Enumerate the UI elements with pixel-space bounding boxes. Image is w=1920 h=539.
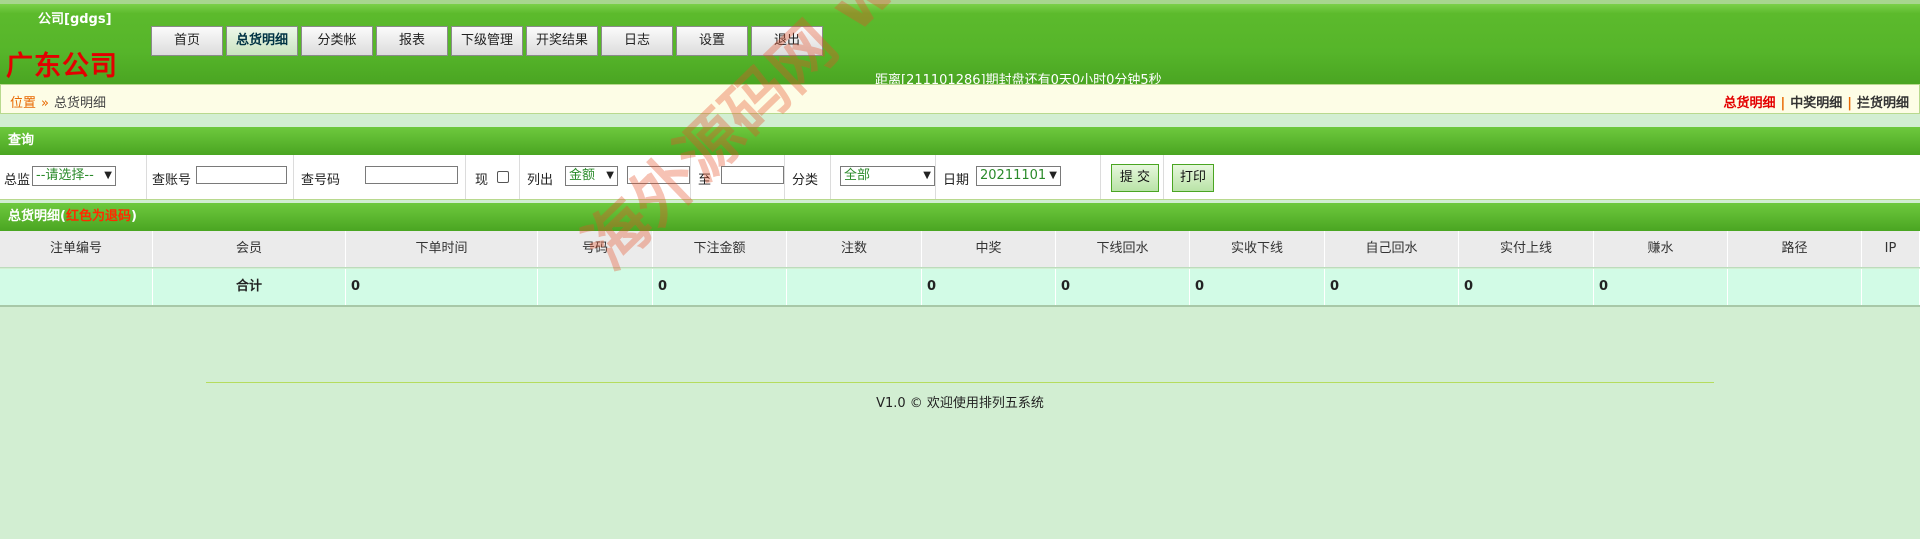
nav-home[interactable]: 首页: [151, 26, 223, 56]
total-cell: 0: [1459, 269, 1594, 305]
col-path: 路径: [1728, 231, 1862, 267]
amount-select[interactable]: 金额 ▼: [565, 166, 618, 186]
category-label: 分类: [792, 173, 819, 188]
date-label: 日期: [943, 173, 970, 188]
nav-log[interactable]: 日志: [601, 26, 673, 56]
total-label: 合计: [153, 269, 346, 305]
breadcrumb: 位置 » 总货明细 总货明细 | 中奖明细 | 拦货明细: [0, 84, 1920, 114]
company-label: 公司[gdgs]: [38, 12, 112, 27]
total-cell: 0: [1056, 269, 1190, 305]
total-cell: 0: [1325, 269, 1459, 305]
query-form: 总监 --请选择-- ▼ 查账号 查号码 现 列出 金额 ▼ 至 分类 全部 ▼ 日期…: [0, 155, 1920, 200]
divider: [690, 155, 691, 199]
list-title: 总货明细(红色为退码): [0, 203, 1920, 231]
nav-total-detail[interactable]: 总货明细: [226, 26, 298, 56]
top-header: 公司[gdgs] 广东公司 首页 总货明细 分类帐 报表 下级管理 开奖结果 日…: [0, 0, 1920, 88]
divider: [293, 155, 294, 199]
total-cell: 0: [653, 269, 787, 305]
link-total-detail[interactable]: 总货明细: [1723, 96, 1775, 111]
total-cell: [787, 269, 922, 305]
footer-divider: [206, 382, 1714, 383]
main-nav: 首页 总货明细 分类帐 报表 下级管理 开奖结果 日志 设置 退出: [151, 26, 826, 56]
divider: [1100, 155, 1101, 199]
account-label: 查账号: [152, 173, 192, 188]
now-checkbox[interactable]: [497, 171, 509, 183]
amount-select-value: 金额: [569, 168, 596, 183]
col-number: 号码: [538, 231, 653, 267]
range-from-input[interactable]: [627, 166, 690, 184]
link-divider: |: [1847, 96, 1852, 111]
col-received-sub: 实收下线: [1190, 231, 1325, 267]
col-paid-upper: 实付上线: [1459, 231, 1594, 267]
category-select[interactable]: 全部 ▼: [840, 166, 935, 186]
company-name: 广东公司: [6, 51, 118, 82]
link-win-detail[interactable]: 中奖明细: [1790, 96, 1842, 111]
range-to-input[interactable]: [721, 166, 784, 184]
total-cell: [1862, 269, 1920, 305]
category-select-value: 全部: [844, 168, 871, 183]
col-win: 中奖: [922, 231, 1056, 267]
account-input[interactable]: [196, 166, 287, 184]
general-label: 总监: [4, 173, 31, 188]
chevron-down-icon: ▼: [104, 170, 112, 181]
col-ip: IP: [1862, 231, 1920, 267]
chevron-down-icon: ▼: [606, 170, 614, 181]
list-label: 列出: [527, 173, 554, 188]
col-own-rebate: 自己回水: [1325, 231, 1459, 267]
breadcrumb-separator: »: [41, 96, 49, 111]
breadcrumb-current: 总货明细: [53, 96, 106, 111]
col-member: 会员: [153, 231, 346, 267]
link-divider: |: [1780, 96, 1786, 111]
chevron-down-icon: ▼: [923, 170, 931, 181]
chevron-down-icon: ▼: [1049, 170, 1057, 181]
link-block-detail[interactable]: 拦货明细: [1857, 96, 1909, 111]
col-earned-rebate: 赚水: [1594, 231, 1728, 267]
breadcrumb-position: 位置: [10, 96, 37, 111]
total-cell: 0: [922, 269, 1056, 305]
table-total-row: 合计 0 0 0 0 0 0 0 0: [0, 269, 1920, 307]
general-select-value: --请选择--: [36, 168, 94, 183]
general-select[interactable]: --请选择-- ▼: [32, 166, 116, 186]
query-title: 查询: [0, 127, 1920, 155]
footer-text: V1.0 © 欢迎使用排列五系统: [876, 396, 1044, 411]
col-order-id: 注单编号: [0, 231, 153, 267]
list-title-suffix: ): [130, 209, 137, 224]
total-cell: [0, 269, 153, 305]
list-title-note: 红色为退码: [65, 209, 131, 224]
total-cell: [538, 269, 653, 305]
nav-sub-management[interactable]: 下级管理: [451, 26, 523, 56]
now-label: 现: [475, 173, 489, 188]
divider: [465, 155, 466, 199]
nav-report[interactable]: 报表: [376, 26, 448, 56]
divider: [1163, 155, 1164, 199]
total-cell: 0: [346, 269, 538, 305]
detail-links: 总货明细 | 中奖明细 | 拦货明细: [1723, 92, 1909, 111]
table-header: 注单编号 会员 下单时间 号码 下注金额 注数 中奖 下线回水 实收下线 自己回…: [0, 231, 1920, 268]
col-sub-rebate: 下线回水: [1056, 231, 1190, 267]
total-cell: 0: [1190, 269, 1325, 305]
number-label: 查号码: [301, 173, 341, 188]
date-select[interactable]: 20211101 ▼: [976, 166, 1061, 186]
nav-settings[interactable]: 设置: [676, 26, 748, 56]
divider: [830, 155, 831, 199]
number-input[interactable]: [365, 166, 458, 184]
divider: [935, 155, 936, 199]
list-title-prefix: 总货明细(: [8, 209, 66, 224]
nav-logout[interactable]: 退出: [751, 26, 823, 56]
col-bet-count: 注数: [787, 231, 922, 267]
total-cell: 0: [1594, 269, 1728, 305]
col-order-time: 下单时间: [346, 231, 538, 267]
col-bet-amount: 下注金额: [653, 231, 787, 267]
divider: [519, 155, 520, 199]
to-label: 至: [698, 173, 712, 188]
total-cell: [1728, 269, 1862, 305]
nav-category-ledger[interactable]: 分类帐: [301, 26, 373, 56]
submit-button[interactable]: 提 交: [1111, 164, 1159, 192]
divider: [146, 155, 147, 199]
print-button[interactable]: 打印: [1172, 164, 1214, 192]
date-select-value: 20211101: [980, 168, 1047, 183]
nav-draw-results[interactable]: 开奖结果: [526, 26, 598, 56]
divider: [784, 155, 785, 199]
